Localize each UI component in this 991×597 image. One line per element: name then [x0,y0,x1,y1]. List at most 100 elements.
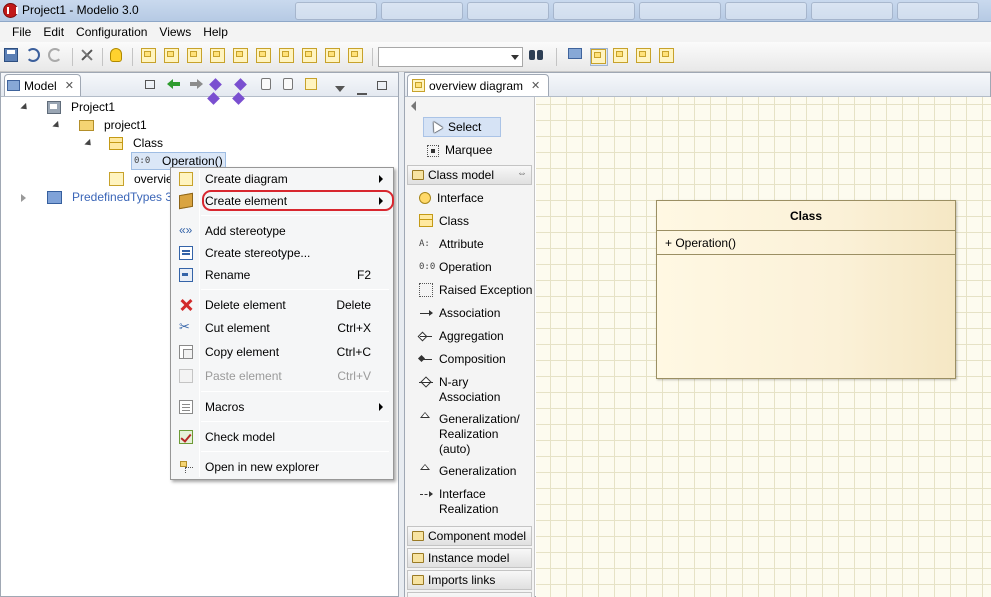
menu-file[interactable]: File [6,25,37,39]
maximize-button[interactable] [377,79,391,93]
drawer-label: Component model [428,529,527,543]
background-window-tab[interactable] [811,2,893,20]
palette-entry[interactable]: Generalization [419,464,533,479]
diagram-tool-button[interactable] [210,48,228,66]
tree-node-predefined-types[interactable]: PredefinedTypes 3 [47,188,172,206]
redo-button[interactable] [48,48,66,66]
tree-node-project[interactable]: Project1 [47,98,115,116]
diagram-tool-button[interactable] [279,48,297,66]
tools-button[interactable] [80,48,98,66]
home-button[interactable] [305,78,319,92]
menu-item-create-stereotype[interactable]: Create stereotype... [173,242,391,264]
menu-item-open-in-new-explorer[interactable]: Open in new explorer [173,456,391,478]
tree-node-package[interactable]: project1 [79,116,147,134]
down-button[interactable] [283,78,297,92]
diagram-tool-button[interactable] [302,48,320,66]
collapse-all-button[interactable] [145,78,159,92]
palette-marquee-tool[interactable]: Marquee [423,140,492,160]
palette-entry[interactable]: 0:0 Operation [419,260,533,275]
palette-select-tool[interactable]: Select [423,117,501,137]
menu-item-create-diagram[interactable]: Create diagram [173,168,391,190]
expand-twisty[interactable] [52,120,62,131]
palette-collapse-icon[interactable] [411,101,416,111]
toolbar-combo[interactable] [378,47,523,67]
palette-entry[interactable]: Class [419,214,533,229]
search-button[interactable] [528,48,546,66]
palette-entry[interactable]: Interface [419,191,533,206]
expand-twisty[interactable] [20,102,30,113]
link-button[interactable] [207,78,225,105]
minimize-button[interactable] [357,84,371,98]
palette-entry[interactable]: Generalization/ Realization (auto) [419,412,533,457]
diagram-tool-button[interactable] [233,48,251,66]
uml-class-operation[interactable]: + Operation() [657,231,955,255]
background-window-tab[interactable] [295,2,377,20]
tree-node-class[interactable]: Class [109,134,163,152]
perspective-button[interactable] [636,48,654,66]
background-window-tab[interactable] [725,2,807,20]
tree-node-diagram[interactable]: overvie [109,170,173,188]
drawer-imports-links[interactable]: Imports links [407,570,532,590]
background-window-tab[interactable] [897,2,979,20]
menu-item-check-model[interactable]: Check model [173,426,391,448]
background-window-tab[interactable] [467,2,549,20]
drawer-class-model[interactable]: Class model ⇔ [407,165,532,185]
diagram-tool-button[interactable] [325,48,343,66]
diagram-canvas[interactable]: Class + Operation() [536,97,991,597]
collapse-twisty[interactable] [21,194,26,202]
close-icon[interactable]: ✕ [531,79,540,92]
tab-overview-diagram-label: overview diagram [429,78,524,93]
menu-views[interactable]: Views [153,25,197,39]
tab-overview-diagram[interactable]: overview diagram ✕ [407,74,550,96]
perspective-button-active[interactable] [590,48,608,66]
undo-button[interactable] [26,48,44,66]
palette-entry[interactable]: N-ary Association [419,375,533,405]
menu-item-copy-element[interactable]: Copy element Ctrl+C [173,341,391,363]
redo-icon [48,48,62,62]
palette-entry[interactable]: Interface Realization [419,487,533,517]
tips-button[interactable] [110,48,128,66]
menu-edit[interactable]: Edit [37,25,70,39]
menu-item-delete-element[interactable]: Delete element Delete [173,294,391,316]
perspective-button[interactable] [659,48,677,66]
palette-entry[interactable]: Aggregation [419,329,533,344]
drawer-more[interactable] [407,592,532,597]
tab-model[interactable]: Model ✕ [4,74,81,96]
background-window-tab[interactable] [553,2,635,20]
menu-item-macros[interactable]: Macros [173,396,391,418]
background-window-tab[interactable] [381,2,463,20]
menu-item-cut-element[interactable]: Cut element Ctrl+X [173,317,391,339]
perspective-button[interactable] [568,48,586,66]
perspective-button[interactable] [613,48,631,66]
expand-twisty[interactable] [84,138,94,149]
drawer-instance-model[interactable]: Instance model [407,548,532,568]
palette-entry[interactable]: A: Attribute [419,237,533,252]
link-button[interactable] [232,78,250,105]
diagram-tool-button[interactable] [141,48,159,66]
diagram-tool-button[interactable] [256,48,274,66]
menu-configuration[interactable]: Configuration [70,25,153,39]
close-icon[interactable]: ✕ [65,79,74,92]
diagram-tool-button[interactable] [164,48,182,66]
diagram-tool-button[interactable] [187,48,205,66]
forward-button[interactable] [189,78,203,92]
palette-entry[interactable]: Association [419,306,533,321]
drawer-component-model[interactable]: Component model [407,526,532,546]
view-menu-button[interactable] [335,81,349,95]
palette-entry[interactable]: Composition [419,352,533,367]
model-panel-tabbar: Model ✕ [1,73,398,105]
save-button[interactable] [4,48,22,66]
menu-item-rename[interactable]: Rename F2 [173,264,391,286]
uml-class-name[interactable]: Class [657,201,955,231]
pin-icon[interactable]: ⇔ [517,168,527,179]
diagram-tool-button[interactable] [348,48,366,66]
background-window-tab[interactable] [639,2,721,20]
chevron-down-icon[interactable] [511,55,519,60]
menu-item-shortcut: F2 [356,268,371,282]
menu-help[interactable]: Help [197,25,234,39]
uml-class-box[interactable]: Class + Operation() [656,200,956,379]
up-button[interactable] [261,78,275,92]
palette-entry[interactable]: Raised Exception [419,283,533,298]
menu-item-add-stereotype[interactable]: Add stereotype [173,220,391,242]
back-button[interactable] [167,78,181,92]
